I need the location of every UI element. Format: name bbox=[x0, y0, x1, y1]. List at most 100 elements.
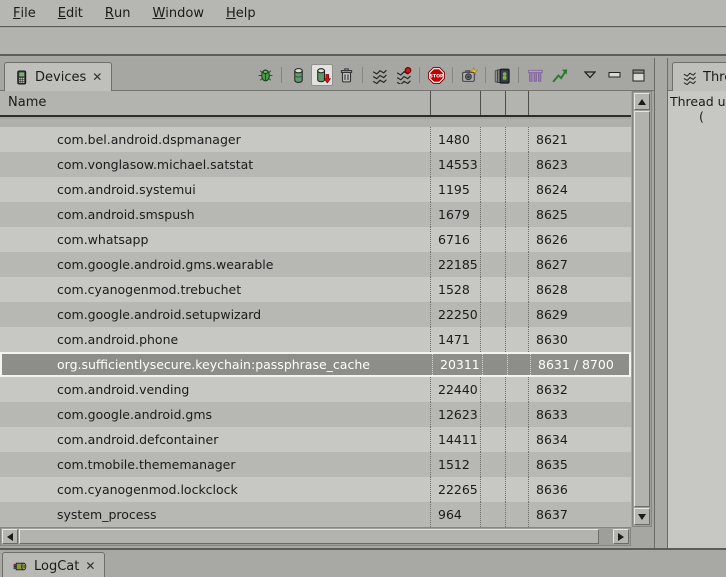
process-pid: 22250 bbox=[430, 302, 480, 327]
process-pid: 14553 bbox=[430, 152, 480, 177]
process-pid: 20311 bbox=[432, 354, 482, 375]
process-row[interactable]: com.cyanogenmod.trebuchet 1528 8628 bbox=[0, 277, 631, 302]
process-name: com.cyanogenmod.lockclock bbox=[0, 477, 430, 502]
column-header-unused-1[interactable] bbox=[480, 91, 505, 115]
panel-sash[interactable] bbox=[656, 58, 667, 548]
process-cell-empty-1 bbox=[480, 327, 505, 352]
process-cell-empty-1 bbox=[480, 377, 505, 402]
process-row[interactable]: org.sufficientlysecure.keychain:passphra… bbox=[0, 352, 631, 377]
hierarchy-view-icon[interactable] bbox=[524, 64, 546, 86]
tab-threads[interactable]: Threa bbox=[672, 62, 726, 91]
horizontal-scrollbar-thumb[interactable] bbox=[19, 529, 599, 544]
column-header-port[interactable] bbox=[528, 91, 631, 115]
process-name: com.android.phone bbox=[0, 327, 430, 352]
process-cell-empty-2 bbox=[505, 227, 528, 252]
close-icon[interactable]: ✕ bbox=[92, 71, 102, 83]
process-pid: 964 bbox=[430, 502, 480, 527]
update-heap-icon[interactable] bbox=[287, 64, 309, 86]
close-icon[interactable]: ✕ bbox=[85, 560, 95, 572]
arrow-up-icon bbox=[638, 99, 646, 105]
process-row[interactable]: com.android.vending 22440 8632 bbox=[0, 377, 631, 402]
column-header-name[interactable]: Name bbox=[0, 91, 430, 115]
view-menu-icon[interactable] bbox=[581, 66, 599, 84]
process-port: 8627 bbox=[528, 252, 631, 277]
menu-bar: File Edit Run Window Help bbox=[0, 0, 726, 27]
process-name: com.whatsapp bbox=[0, 227, 430, 252]
process-row[interactable]: com.cyanogenmod.lockclock 22265 8636 bbox=[0, 477, 631, 502]
process-port: 8629 bbox=[528, 302, 631, 327]
process-port: 8623 bbox=[528, 152, 631, 177]
process-cell-empty-1 bbox=[480, 252, 505, 277]
stop-process-icon[interactable]: STOP bbox=[425, 64, 447, 86]
devices-toolbar: STOP bbox=[253, 63, 650, 87]
process-cell-empty-2 bbox=[505, 377, 528, 402]
table-header: Name bbox=[0, 91, 631, 117]
maximize-icon[interactable] bbox=[629, 66, 647, 84]
menu-item[interactable]: Edit bbox=[47, 0, 94, 26]
process-cell-empty-2 bbox=[505, 452, 528, 477]
process-pid: 1528 bbox=[430, 277, 480, 302]
process-row[interactable]: com.android.systemui 1195 8624 bbox=[0, 177, 631, 202]
screen-record-icon[interactable] bbox=[491, 64, 513, 86]
device-process-table: com.bel.android.dspmanager 1480 8621 com… bbox=[0, 119, 631, 528]
process-port: 8624 bbox=[528, 177, 631, 202]
logcat-icon bbox=[12, 559, 28, 574]
menu-item[interactable]: Run bbox=[94, 0, 142, 26]
process-cell-empty-1 bbox=[480, 427, 505, 452]
devices-tabbar: Devices ✕ bbox=[0, 58, 654, 91]
process-row[interactable]: com.google.android.setupwizard 22250 862… bbox=[0, 302, 631, 327]
scroll-up-button[interactable] bbox=[634, 93, 650, 110]
toolbar-separator bbox=[362, 67, 363, 83]
vertical-scrollbar-thumb[interactable] bbox=[634, 111, 650, 507]
process-pid: 12623 bbox=[430, 402, 480, 427]
threads-message-line1: Thread up bbox=[668, 91, 726, 109]
process-port: 8633 bbox=[528, 402, 631, 427]
process-cell-empty-2 bbox=[507, 354, 530, 375]
cause-gc-icon[interactable] bbox=[335, 64, 357, 86]
start-method-profiling-icon[interactable] bbox=[392, 64, 414, 86]
process-row[interactable]: com.android.smspush 1679 8625 bbox=[0, 202, 631, 227]
scroll-right-button[interactable] bbox=[613, 529, 629, 544]
process-row[interactable]: com.android.defcontainer 14411 8634 bbox=[0, 427, 631, 452]
screen-capture-icon[interactable] bbox=[458, 64, 480, 86]
process-row[interactable]: com.whatsapp 6716 8626 bbox=[0, 227, 631, 252]
process-row[interactable]: com.bel.android.dspmanager 1480 8621 bbox=[0, 127, 631, 152]
process-row[interactable]: com.tmobile.thememanager 1512 8635 bbox=[0, 452, 631, 477]
process-port: 8625 bbox=[528, 202, 631, 227]
process-name: com.bel.android.dspmanager bbox=[0, 127, 430, 152]
process-cell-empty-1 bbox=[480, 127, 505, 152]
process-name: com.android.vending bbox=[0, 377, 430, 402]
menu-item[interactable]: Help bbox=[215, 0, 267, 26]
process-name: com.android.systemui bbox=[0, 177, 430, 202]
arrow-down-icon bbox=[638, 514, 646, 520]
column-header-unused-2[interactable] bbox=[505, 91, 528, 115]
minimize-icon[interactable] bbox=[605, 66, 623, 84]
scroll-left-button[interactable] bbox=[2, 529, 18, 544]
column-header-pid[interactable] bbox=[430, 91, 480, 115]
debug-process-icon[interactable] bbox=[254, 64, 276, 86]
process-pid: 22265 bbox=[430, 477, 480, 502]
process-cell-empty-1 bbox=[480, 302, 505, 327]
vertical-scrollbar[interactable] bbox=[632, 91, 652, 527]
threads-icon bbox=[682, 70, 697, 85]
menu-item[interactable]: Window bbox=[141, 0, 215, 26]
process-port: 8635 bbox=[528, 452, 631, 477]
tab-logcat[interactable]: LogCat ✕ bbox=[2, 552, 105, 577]
process-cell-empty-1 bbox=[480, 227, 505, 252]
toolbar-separator bbox=[518, 67, 519, 83]
process-row[interactable]: com.vonglasow.michael.satstat 14553 8623 bbox=[0, 152, 631, 177]
process-row[interactable]: com.google.android.gms 12623 8633 bbox=[0, 402, 631, 427]
process-row[interactable]: com.google.android.gms.wearable 22185 86… bbox=[0, 252, 631, 277]
process-row[interactable]: system_process 964 8637 bbox=[0, 502, 631, 527]
dump-hprof-icon[interactable] bbox=[311, 64, 333, 86]
process-row[interactable]: com.android.phone 1471 8630 bbox=[0, 327, 631, 352]
horizontal-scrollbar[interactable] bbox=[0, 527, 631, 546]
process-name: com.google.android.gms bbox=[0, 402, 430, 427]
dump-view-hierarchy-icon[interactable] bbox=[548, 64, 570, 86]
scroll-down-button[interactable] bbox=[634, 508, 650, 525]
process-cell-empty-2 bbox=[505, 302, 528, 327]
process-cell-empty-2 bbox=[505, 502, 528, 527]
tab-devices[interactable]: Devices ✕ bbox=[4, 62, 112, 91]
update-threads-icon[interactable] bbox=[368, 64, 390, 86]
menu-item[interactable]: File bbox=[2, 0, 47, 26]
